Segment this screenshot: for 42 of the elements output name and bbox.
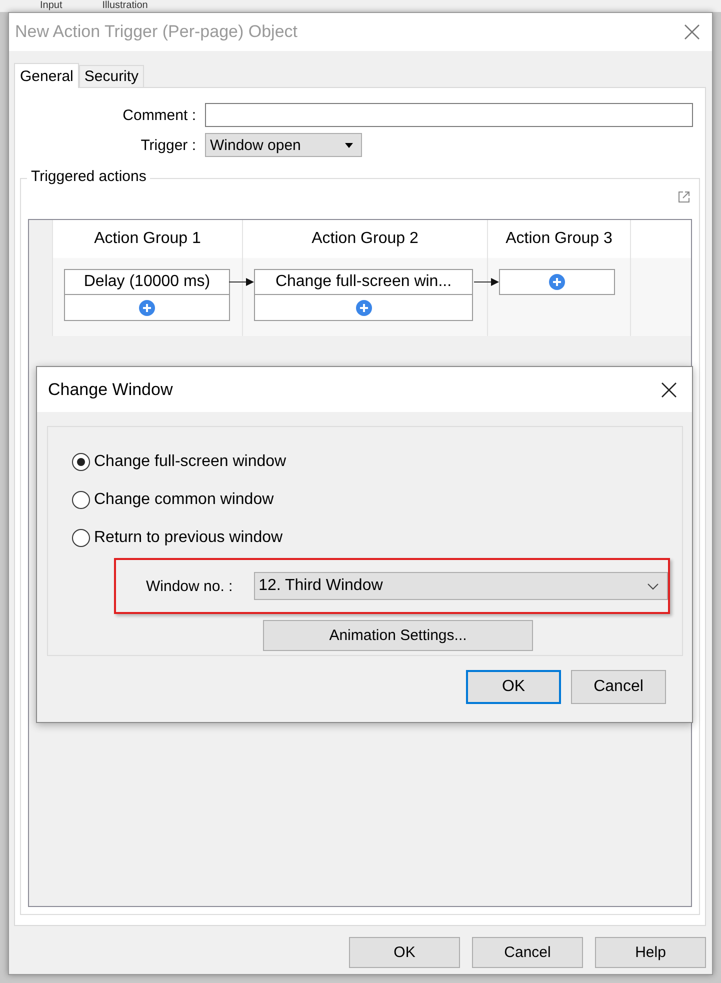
plus-icon	[139, 300, 155, 316]
radio-label[interactable]: Change common window	[94, 491, 274, 509]
dialog-button[interactable]: OK	[466, 670, 561, 704]
field-label: Trigger :	[140, 136, 197, 154]
dropdown-arrow-icon	[345, 142, 353, 148]
dialog-button[interactable]: Cancel	[472, 937, 583, 968]
window-number-dropdown[interactable]: 12. Third Window	[254, 572, 668, 600]
tab[interactable]: General	[14, 63, 80, 88]
comment-field[interactable]	[205, 103, 693, 127]
radio-button[interactable]	[72, 529, 90, 547]
column-header: Action Group 1	[53, 220, 242, 258]
radio-button[interactable]	[72, 491, 90, 509]
group-title: Triggered actions	[27, 168, 150, 185]
popout-icon[interactable]	[678, 191, 690, 203]
radio-label[interactable]: Change full-screen window	[94, 453, 286, 471]
dialog-title: Change Window	[48, 380, 173, 400]
connector-arrow	[474, 278, 499, 286]
close-icon[interactable]	[661, 382, 677, 398]
animation-settings-button[interactable]: Animation Settings...	[263, 620, 533, 651]
plus-icon	[549, 274, 565, 290]
field-label: Window no. :	[146, 578, 234, 594]
tab[interactable]: Security	[79, 65, 144, 87]
action-item[interactable]: Delay (10000 ms)	[64, 269, 230, 295]
background-tab-label: Input	[40, 0, 62, 12]
dialog-button[interactable]: Cancel	[571, 670, 666, 704]
add-action-button[interactable]	[254, 295, 473, 321]
add-action-button[interactable]	[64, 295, 230, 321]
chevron-down-icon	[647, 582, 659, 590]
radio-label[interactable]: Return to previous window	[94, 529, 283, 547]
add-action-button[interactable]	[499, 269, 615, 295]
column-header: Action Group 3	[488, 220, 630, 258]
plus-icon	[356, 300, 372, 316]
dialog-button[interactable]: OK	[349, 937, 460, 968]
radio-button[interactable]	[72, 453, 90, 471]
dialog-button[interactable]: Help	[595, 937, 706, 968]
column-header: Action Group 2	[243, 220, 487, 258]
action-item[interactable]: Change full-screen win...	[254, 269, 473, 295]
background-tab-label: Illustration	[102, 0, 148, 12]
window-title: New Action Trigger (Per-page) Object	[15, 22, 298, 42]
connector-arrow	[229, 278, 254, 286]
field-label: Comment :	[122, 106, 197, 124]
trigger-dropdown[interactable]: Window open	[205, 133, 362, 157]
